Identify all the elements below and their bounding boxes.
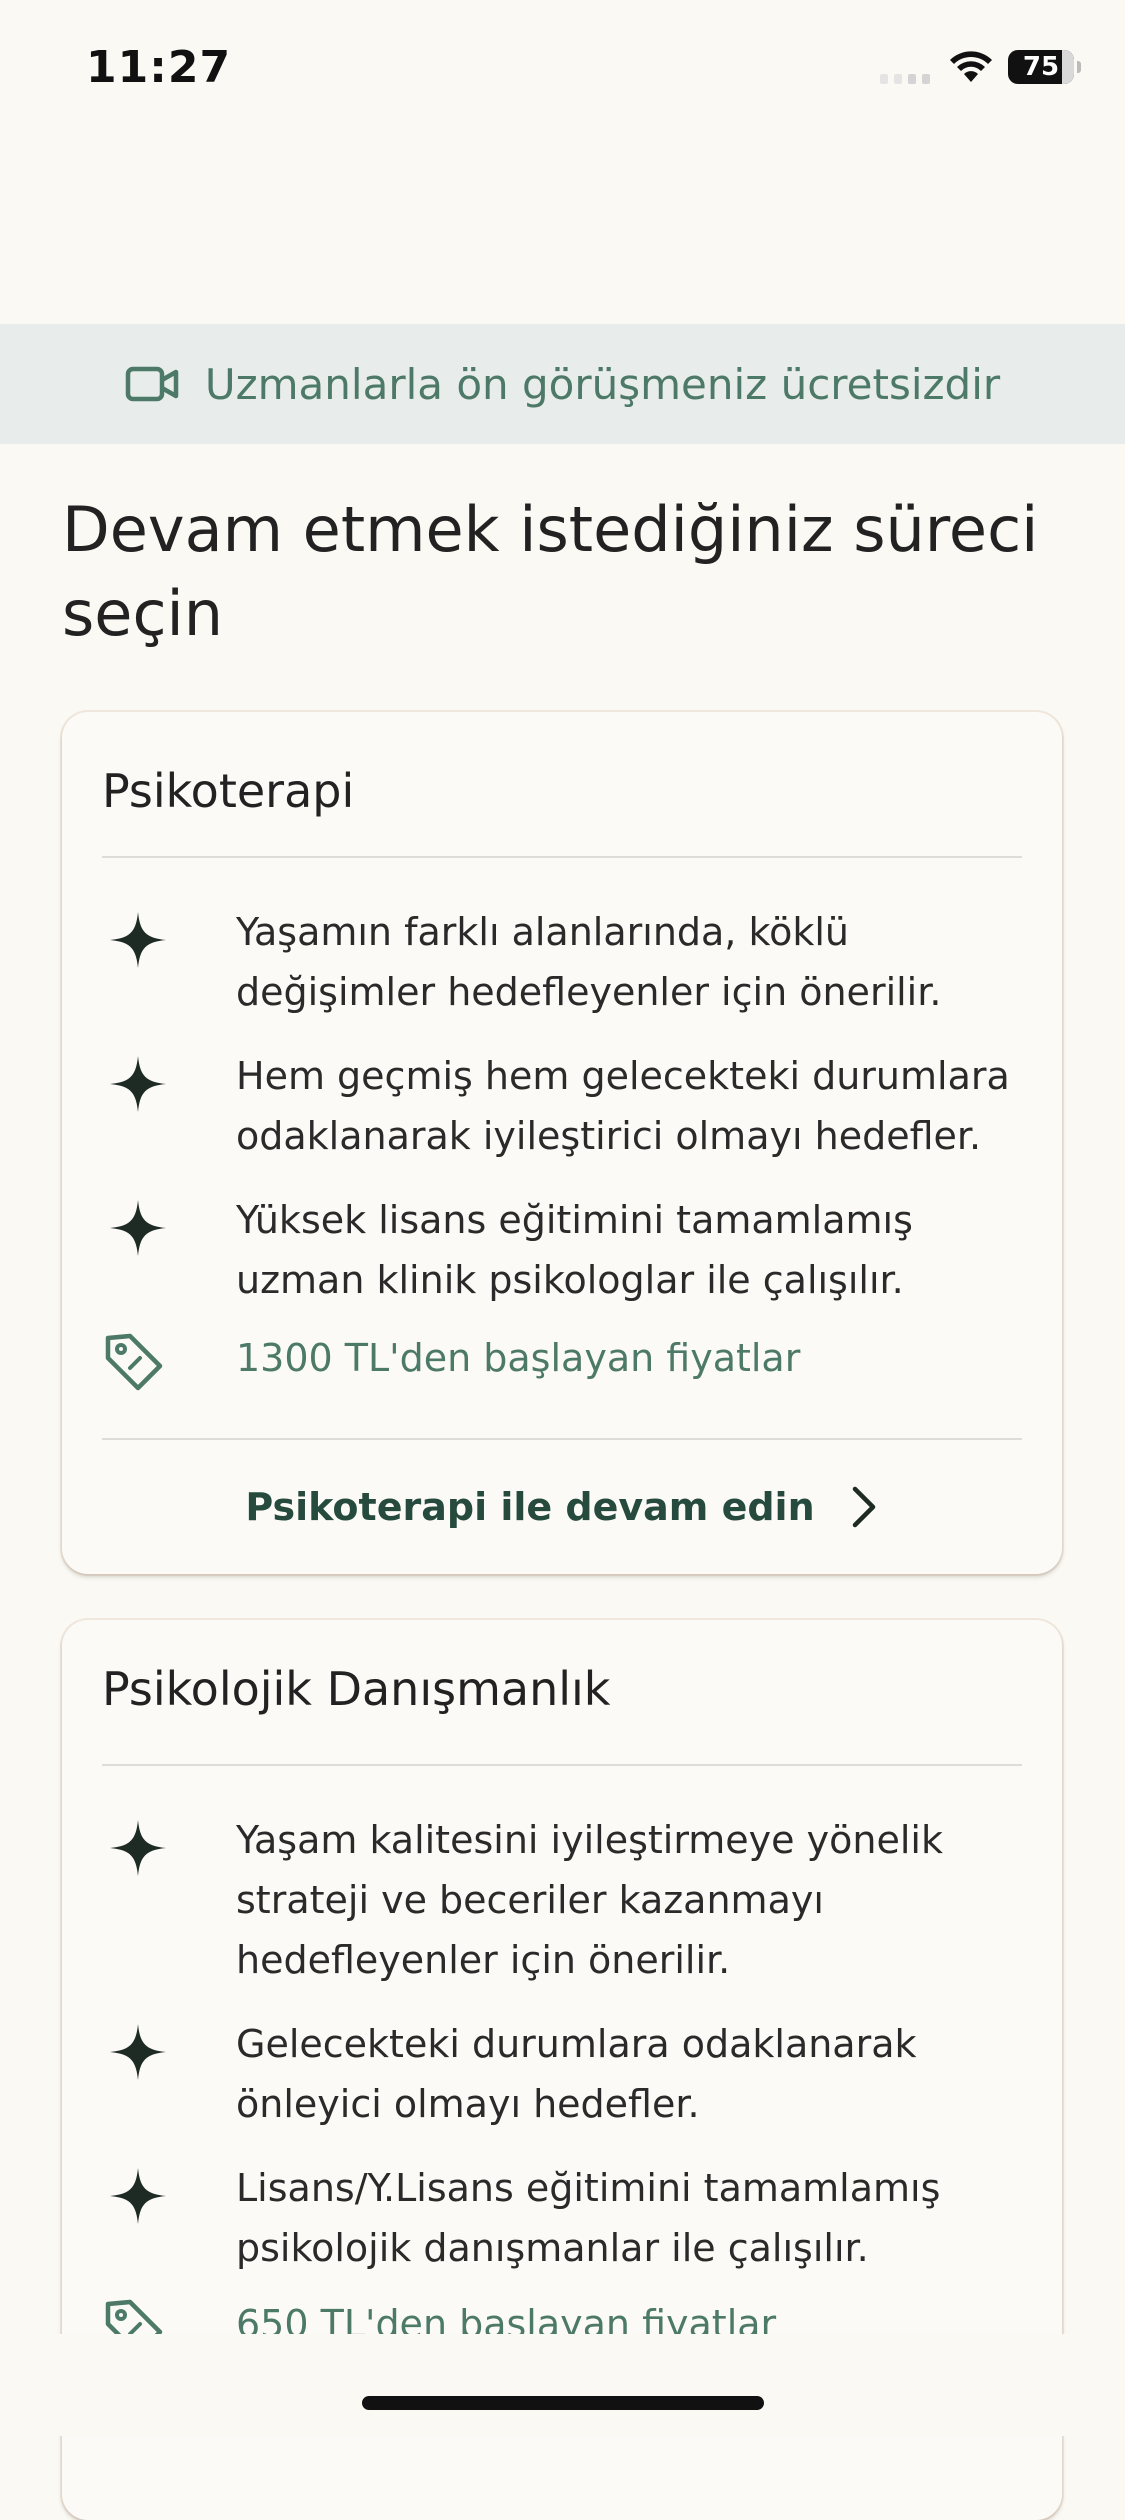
price-tag-icon xyxy=(105,1333,163,1391)
bottom-safe-area xyxy=(0,2334,1125,2436)
card-title: Psikolojik Danışmanlık xyxy=(102,1662,611,1716)
feature-text: Lisans/Y.Lisans eğitimini tamamlamış psi… xyxy=(236,2166,941,2270)
feature-text: Gelecekteki durumlara odaklanarak önleyi… xyxy=(236,2022,917,2126)
sparkle-icon xyxy=(110,2024,166,2080)
price-row: 1300 TL'den başlayan fiyatlar xyxy=(102,1332,1022,1396)
battery-icon: 75 xyxy=(1008,50,1081,84)
cellular-signal-icon xyxy=(880,74,930,84)
status-time: 11:27 xyxy=(86,42,232,93)
card-title: Psikoterapi xyxy=(102,764,355,818)
feature-text: Yaşam kalitesini iyileştirmeye yönelik s… xyxy=(236,1818,943,1982)
sparkle-icon xyxy=(110,1056,166,1112)
sparkle-icon xyxy=(110,912,166,968)
banner-text: Uzmanlarla ön görüşmeniz ücretsizdir xyxy=(204,359,1001,409)
psychotherapy-card[interactable]: Psikoterapi Yaşamın farklı alanlarında, … xyxy=(62,712,1062,1574)
battery-level: 75 xyxy=(1022,52,1060,82)
button-label: Psikoterapi ile devam edin xyxy=(245,1485,815,1529)
feature-text: Hem geçmiş hem gelecekteki durumlara oda… xyxy=(236,1054,1010,1158)
sparkle-icon xyxy=(110,1820,166,1876)
chevron-right-icon xyxy=(852,1486,875,1528)
divider xyxy=(102,1764,1022,1766)
feature-text: Yüksek lisans eğitimini tamamlamış uzman… xyxy=(236,1198,913,1302)
wifi-icon xyxy=(950,51,992,82)
sparkle-icon xyxy=(110,1200,166,1256)
feature-text: Yaşamın farklı alanlarında, köklü değişi… xyxy=(236,910,942,1014)
home-indicator[interactable] xyxy=(362,2396,764,2410)
free-consultation-banner: Uzmanlarla ön görüşmeniz ücretsizdir xyxy=(0,324,1125,444)
video-camera-icon xyxy=(125,366,179,402)
status-bar: 11:27 75 xyxy=(0,0,1125,140)
page-title: Devam etmek istediğiniz süreci seçin xyxy=(62,493,1039,650)
divider xyxy=(102,856,1022,858)
divider xyxy=(102,1438,1022,1440)
continue-psychotherapy-button[interactable]: Psikoterapi ile devam edin xyxy=(62,1462,1062,1552)
sparkle-icon xyxy=(110,2168,166,2224)
price-text: 1300 TL'den başlayan fiyatlar xyxy=(236,1336,801,1380)
